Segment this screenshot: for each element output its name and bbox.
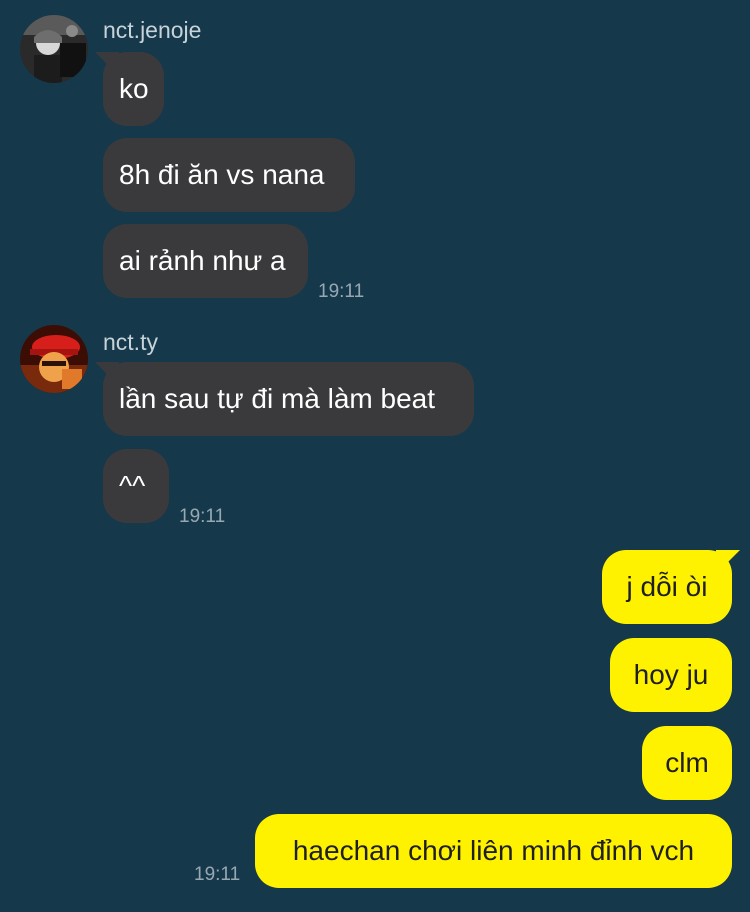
message-bubble[interactable]: j dỗi òi [602, 550, 732, 624]
message-text: hoy ju [633, 659, 709, 690]
avatar[interactable] [20, 15, 88, 83]
message-timestamp: 19:11 [194, 864, 241, 885]
message-bubble[interactable]: ai rảnh như a [103, 224, 308, 298]
message-bubble[interactable]: hoy ju [610, 638, 732, 712]
message-text: haechan chơi liên minh đỉnh vch [292, 835, 695, 866]
message-text: ^^ [119, 470, 146, 501]
chat-thread: nct.jenoje ko 8h đi ăn vs nana ai rảnh n… [0, 0, 750, 912]
profile-photo-red-cap-icon [20, 325, 88, 393]
avatar[interactable] [20, 325, 88, 393]
message-bubble[interactable]: ko [103, 52, 164, 126]
message-bubble[interactable]: lần sau tự đi mà làm beat [103, 362, 474, 436]
message-timestamp: 19:11 [318, 281, 365, 302]
message-text: ko [119, 73, 149, 104]
message-timestamp: 19:11 [179, 506, 226, 527]
message-bubble[interactable]: 8h đi ăn vs nana [103, 138, 355, 212]
message-text: clm [665, 747, 709, 778]
message-text: lần sau tự đi mà làm beat [119, 383, 436, 414]
message-bubble[interactable]: ^^ [103, 449, 169, 523]
message-text: 8h đi ăn vs nana [119, 159, 325, 190]
message-text: ai rảnh như a [119, 245, 286, 276]
sender-name: nct.ty [103, 329, 158, 355]
profile-photo-dark-icon [20, 15, 88, 83]
message-bubble[interactable]: clm [642, 726, 732, 800]
message-text: j dỗi òi [626, 571, 708, 602]
message-bubble[interactable]: haechan chơi liên minh đỉnh vch [255, 814, 732, 888]
sender-name: nct.jenoje [103, 17, 202, 43]
